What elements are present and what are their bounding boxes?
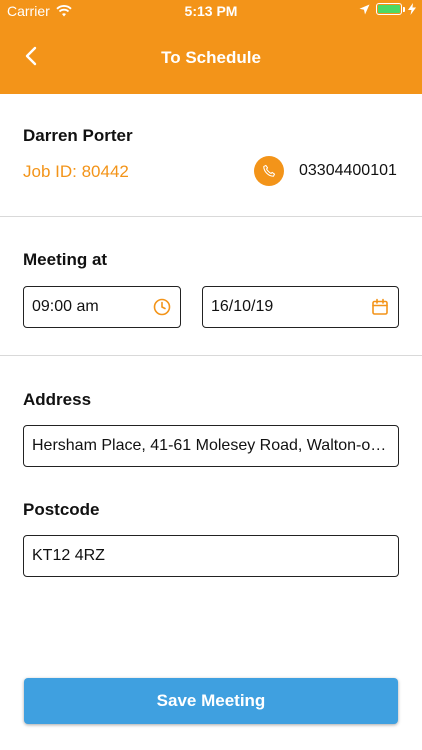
status-right — [359, 3, 416, 15]
address-field[interactable]: Hersham Place, 41-61 Molesey Road, Walto… — [23, 425, 399, 467]
save-meeting-button[interactable]: Save Meeting — [24, 678, 398, 724]
call-button[interactable] — [254, 156, 284, 186]
date-value: 16/10/19 — [211, 298, 274, 315]
divider — [0, 355, 422, 356]
page-title: To Schedule — [161, 48, 261, 67]
date-field[interactable]: 16/10/19 — [202, 286, 399, 328]
app-header: Carrier 5:13 PM To Schedule — [0, 0, 422, 94]
address-value: Hersham Place, 41-61 Molesey Road, Walto… — [32, 437, 390, 454]
phone-icon — [263, 164, 276, 177]
postcode-value: KT12 4RZ — [32, 547, 105, 564]
job-id: Job ID: 80442 — [23, 162, 129, 181]
time-value: 09:00 am — [32, 298, 99, 315]
address-label: Address — [23, 390, 92, 409]
battery-icon — [376, 3, 405, 15]
postcode-label: Postcode — [23, 500, 100, 519]
postcode-field[interactable]: KT12 4RZ — [23, 535, 399, 577]
meeting-label: Meeting at — [23, 250, 108, 269]
calendar-icon — [372, 298, 388, 315]
location-arrow-icon — [359, 4, 370, 14]
clock-icon — [153, 298, 171, 316]
status-bar: Carrier 5:13 PM — [0, 0, 422, 22]
charging-bolt-icon — [408, 3, 416, 15]
divider — [0, 216, 422, 217]
time-field[interactable]: 09:00 am — [23, 286, 181, 328]
phone-number[interactable]: 03304400101 — [299, 162, 397, 180]
contact-name: Darren Porter — [23, 126, 133, 145]
